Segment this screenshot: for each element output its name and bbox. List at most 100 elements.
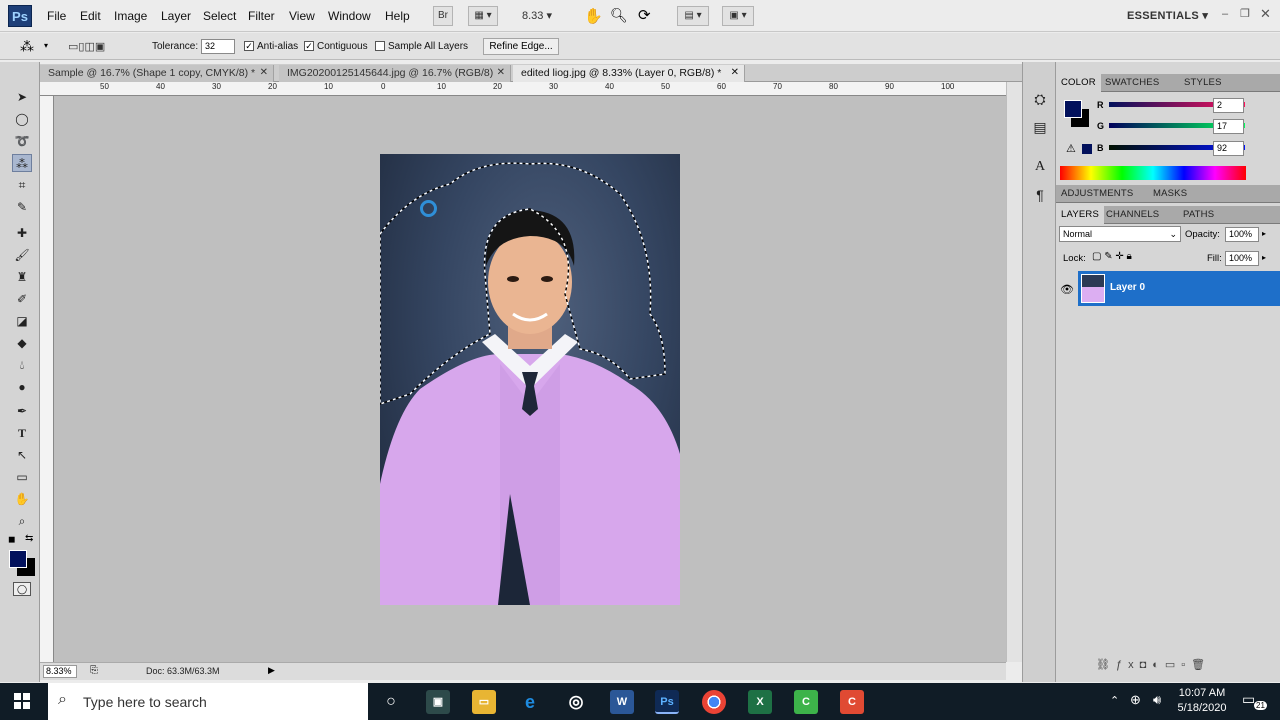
tab-edited-liog[interactable]: edited liog.jpg @ 8.33% (Layer 0, RGB/8)… bbox=[513, 65, 745, 82]
tab-styles[interactable]: STYLES bbox=[1179, 74, 1227, 92]
blur-tool-icon[interactable]: 💧︎ bbox=[12, 356, 32, 374]
web-safe-color-icon[interactable] bbox=[1082, 144, 1092, 154]
photoshop-taskbar-icon[interactable]: Ps bbox=[655, 690, 679, 714]
arrange-documents-icon[interactable]: ▤ ▾ bbox=[677, 6, 709, 26]
media-app-icon[interactable]: ◎ bbox=[564, 690, 588, 714]
fill-arrow-icon[interactable]: ▸ bbox=[1262, 253, 1266, 262]
menu-edit[interactable]: Edit bbox=[80, 9, 101, 23]
file-explorer-icon[interactable]: ▭ bbox=[472, 690, 496, 714]
word-app-icon[interactable]: W bbox=[610, 690, 634, 714]
menu-help[interactable]: Help bbox=[385, 9, 410, 23]
minimize-icon[interactable]: – bbox=[1222, 8, 1228, 20]
tab-close-icon[interactable]: ✕ bbox=[260, 65, 268, 81]
document-photo[interactable] bbox=[380, 154, 680, 605]
tab-swatches[interactable]: SWATCHES bbox=[1100, 74, 1164, 92]
screen-mode-icon[interactable]: ▣ ▾ bbox=[722, 6, 754, 26]
clone-stamp-icon[interactable]: ♜ bbox=[12, 268, 32, 286]
swap-colors-icon[interactable]: ⇆ bbox=[25, 533, 33, 544]
b-value-input[interactable]: 92 bbox=[1213, 141, 1244, 156]
eyedropper-tool-icon[interactable]: ✎ bbox=[12, 198, 32, 216]
tab-masks[interactable]: MASKS bbox=[1148, 185, 1192, 203]
opacity-input[interactable]: 100% bbox=[1225, 227, 1259, 242]
tab-color[interactable]: COLOR bbox=[1056, 74, 1101, 92]
menu-window[interactable]: Window bbox=[328, 9, 371, 23]
zoom-tool-panel-icon[interactable]: ⌕ bbox=[12, 512, 32, 530]
rotate-view-icon[interactable]: ⟳ bbox=[638, 6, 651, 24]
taskbar-search-box[interactable]: ⌕ Type here to search bbox=[48, 683, 368, 720]
menu-select[interactable]: Select bbox=[203, 9, 236, 23]
tool-preset-chevron-icon[interactable]: ▾ bbox=[44, 41, 48, 50]
quick-mask-icon[interactable]: ◯ bbox=[13, 582, 31, 596]
layer-row-layer0[interactable]: Layer 0 bbox=[1078, 271, 1280, 306]
default-colors-icon[interactable]: ◼ bbox=[8, 534, 15, 545]
marquee-tool-icon[interactable]: ◯ bbox=[12, 110, 32, 128]
vertical-scrollbar[interactable] bbox=[1006, 82, 1022, 662]
foreground-color-swatch[interactable] bbox=[9, 550, 27, 568]
tab-adjustments[interactable]: ADJUSTMENTS bbox=[1056, 185, 1138, 203]
tab-img2020[interactable]: IMG20200125145644.jpg @ 16.7% (RGB/8) ✕ bbox=[279, 65, 511, 82]
zoom-tool-icon[interactable]: 🔍︎ bbox=[610, 7, 628, 24]
menu-view[interactable]: View bbox=[289, 9, 315, 23]
pen-tool-icon[interactable]: ✒ bbox=[12, 402, 32, 420]
paragraph-panel-icon[interactable]: ¶ bbox=[1031, 186, 1049, 204]
contiguous-checkbox[interactable]: ✓ bbox=[304, 41, 314, 51]
path-selection-icon[interactable]: ↖ bbox=[12, 446, 32, 464]
gamut-warning-icon[interactable]: ⚠ bbox=[1066, 142, 1076, 155]
actions-panel-icon[interactable]: ▤ bbox=[1031, 118, 1049, 136]
tab-layers[interactable]: LAYERS bbox=[1056, 206, 1104, 224]
speaker-icon[interactable]: 🔊︎ bbox=[1153, 692, 1161, 708]
history-panel-icon[interactable]: ⛭ bbox=[1031, 90, 1049, 108]
paint-bucket-icon[interactable]: ◆ bbox=[12, 334, 32, 352]
crop-tool-icon[interactable]: ⌗ bbox=[12, 176, 32, 194]
brush-tool-icon[interactable]: 🖌︎ bbox=[12, 246, 32, 264]
eraser-tool-icon[interactable]: ◪ bbox=[12, 312, 32, 330]
hand-tool-icon[interactable]: ✋ bbox=[584, 7, 603, 25]
zoom-level-dropdown[interactable]: 8.33 ▾ bbox=[522, 9, 552, 22]
status-info-icon[interactable]: ⎘ bbox=[90, 665, 98, 676]
opacity-arrow-icon[interactable]: ▸ bbox=[1262, 229, 1266, 238]
magic-wand-icon[interactable]: ⁂ bbox=[20, 38, 34, 55]
bridge-button[interactable]: Br bbox=[433, 6, 453, 26]
camera-app-icon[interactable]: ▣ bbox=[426, 690, 450, 714]
shape-tool-icon[interactable]: ▭ bbox=[12, 468, 32, 486]
menu-file[interactable]: File bbox=[47, 9, 66, 23]
lasso-tool-icon[interactable]: ➰ bbox=[12, 132, 32, 150]
g-value-input[interactable]: 17 bbox=[1213, 119, 1244, 134]
status-menu-arrow-icon[interactable]: ▶ bbox=[268, 665, 275, 676]
excel-app-icon[interactable]: X bbox=[748, 690, 772, 714]
r-value-input[interactable]: 2 bbox=[1213, 98, 1244, 113]
blend-mode-select[interactable]: Normal ⌄ bbox=[1059, 226, 1181, 242]
tab-close-icon[interactable]: ✕ bbox=[731, 65, 739, 81]
hand-tool-panel-icon[interactable]: ✋ bbox=[12, 490, 32, 508]
lock-icons[interactable]: ▢ ✎ ✛ 🔒︎ bbox=[1092, 251, 1132, 262]
selection-mode-icons[interactable]: ▭▯◫▣ bbox=[68, 40, 105, 53]
tab-channels[interactable]: CHANNELS bbox=[1101, 206, 1164, 224]
healing-brush-icon[interactable]: ✚ bbox=[12, 224, 32, 242]
dodge-tool-icon[interactable]: ● bbox=[12, 378, 32, 396]
taskbar-clock[interactable]: 10:07 AM 5/18/2020 bbox=[1172, 686, 1232, 716]
tab-sample[interactable]: Sample @ 16.7% (Shape 1 copy, CMYK/8) * ✕ bbox=[40, 65, 274, 82]
history-brush-icon[interactable]: ✐ bbox=[12, 290, 32, 308]
type-tool-icon[interactable]: T bbox=[12, 424, 32, 442]
tray-chevron-icon[interactable]: ⌃ bbox=[1110, 694, 1119, 707]
fill-input[interactable]: 100% bbox=[1225, 251, 1259, 266]
edge-browser-icon[interactable]: e bbox=[518, 690, 542, 714]
chrome-browser-icon[interactable] bbox=[702, 690, 726, 714]
anti-alias-checkbox[interactable]: ✓ bbox=[244, 41, 254, 51]
character-panel-icon[interactable]: A bbox=[1031, 158, 1049, 176]
windows-start-icon[interactable] bbox=[14, 693, 30, 709]
layers-footer-icons[interactable]: ⛓ƒx◘◐▭▫🗑︎ bbox=[1096, 658, 1211, 671]
menu-filter[interactable]: Filter bbox=[248, 9, 275, 23]
magic-wand-tool-icon[interactable]: ⁂ bbox=[12, 154, 32, 172]
camtasia-red-icon[interactable]: C bbox=[840, 690, 864, 714]
workspace-switcher[interactable]: ESSENTIALS ▾ bbox=[1127, 9, 1208, 22]
tab-paths[interactable]: PATHS bbox=[1178, 206, 1219, 224]
sample-all-layers-checkbox[interactable] bbox=[375, 41, 385, 51]
layer-visibility-eye-icon[interactable]: 👁︎ bbox=[1060, 283, 1074, 296]
zoom-status-field[interactable]: 8.33% bbox=[43, 665, 77, 678]
close-icon[interactable]: ✕ bbox=[1260, 6, 1271, 22]
camtasia-green-icon[interactable]: C bbox=[794, 690, 818, 714]
tab-close-icon[interactable]: ✕ bbox=[497, 65, 505, 81]
panel-foreground-swatch[interactable] bbox=[1064, 100, 1082, 118]
menu-layer[interactable]: Layer bbox=[161, 9, 191, 23]
